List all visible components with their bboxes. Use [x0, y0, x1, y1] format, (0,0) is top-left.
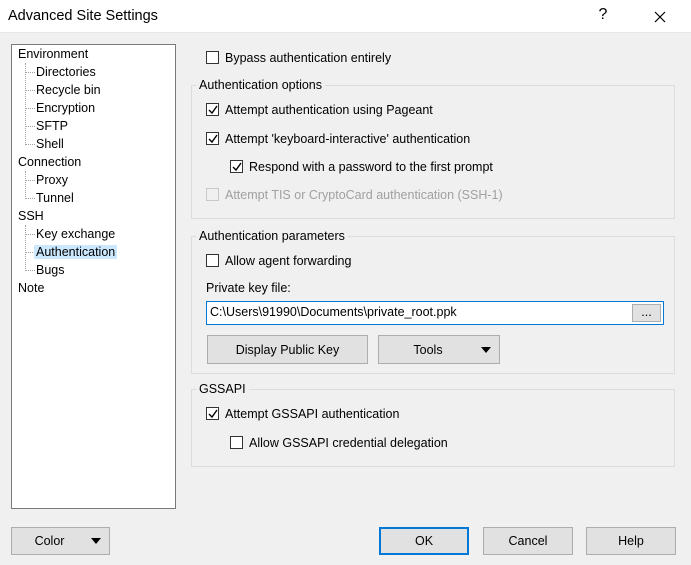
checkmark-icon — [208, 105, 218, 115]
checkbox-box[interactable] — [230, 436, 243, 449]
private-key-label: Private key file: — [206, 281, 291, 295]
checkbox-label: Bypass authentication entirely — [225, 51, 392, 65]
tree-item-label: Bugs — [36, 263, 65, 277]
close-button[interactable] — [648, 6, 672, 28]
tree-item-label: Recycle bin — [36, 83, 101, 97]
tree-item-proxy[interactable]: Proxy — [34, 172, 70, 189]
auth-params-title: Authentication parameters — [196, 229, 348, 243]
checkbox-box[interactable] — [206, 103, 219, 116]
tree-item-bugs[interactable]: Bugs — [34, 262, 67, 279]
tree-item-label: Encryption — [36, 101, 96, 115]
help-title-button[interactable]: ? — [596, 6, 610, 24]
chevron-down-icon — [481, 346, 491, 353]
tree-item-directories[interactable]: Directories — [34, 64, 98, 81]
gssapi-attempt-checkbox[interactable]: Attempt GSSAPI authentication — [206, 405, 506, 423]
button-label: Cancel — [508, 534, 548, 548]
tree-item-recycle-bin[interactable]: Recycle bin — [34, 82, 103, 99]
tree-item-label: Shell — [36, 137, 64, 151]
tis-cryptocard-checkbox: Attempt TIS or CryptoCard authentication… — [206, 186, 626, 204]
respond-password-checkbox[interactable]: Respond with a password to the first pro… — [230, 158, 650, 176]
tree-item-label: Note — [18, 281, 45, 295]
tree-item-shell[interactable]: Shell — [34, 136, 66, 153]
checkbox-label: Attempt TIS or CryptoCard authentication… — [225, 188, 503, 202]
tree-item-label: SFTP — [36, 119, 68, 133]
ok-button[interactable]: OK — [379, 527, 469, 555]
gssapi-group — [191, 389, 675, 467]
chevron-down-icon — [91, 538, 101, 544]
private-key-value[interactable]: C:\Users\91990\Documents\private_root.pp… — [210, 305, 457, 319]
checkbox-box[interactable] — [206, 132, 219, 145]
checkbox-box[interactable] — [206, 254, 219, 267]
tree-item-encryption[interactable]: Encryption — [34, 100, 97, 117]
checkbox-label: Allow GSSAPI credential delegation — [249, 436, 448, 450]
pageant-checkbox[interactable]: Attempt authentication using Pageant — [206, 101, 586, 119]
checkbox-box[interactable] — [206, 407, 219, 420]
tree-item-label: Directories — [36, 65, 96, 79]
keyboard-interactive-checkbox[interactable]: Attempt 'keyboard-interactive' authentic… — [206, 130, 626, 148]
button-label: Tools — [413, 342, 443, 357]
title-bar: Advanced Site Settings ? — [0, 0, 691, 33]
display-public-key-button[interactable]: Display Public Key — [207, 335, 368, 364]
button-label: OK — [414, 534, 434, 548]
checkbox-label: Attempt authentication using Pageant — [225, 103, 433, 117]
checkmark-icon — [232, 162, 242, 172]
tree-item-environment[interactable]: Environment — [16, 46, 90, 63]
tree-connector — [25, 63, 26, 145]
button-label: Color — [34, 534, 65, 548]
agent-forwarding-checkbox[interactable]: Allow agent forwarding — [206, 252, 506, 270]
button-label: Display Public Key — [235, 342, 340, 357]
bypass-auth-checkbox[interactable]: Bypass authentication entirely — [206, 49, 506, 67]
tree-item-label: Environment — [18, 47, 89, 61]
tree-item-ssh[interactable]: SSH — [16, 208, 46, 225]
tree-item-label: Proxy — [36, 173, 68, 187]
tree-item-sftp[interactable]: SFTP — [34, 118, 70, 135]
checkbox-label: Attempt 'keyboard-interactive' authentic… — [225, 132, 471, 146]
tree-item-label: Key exchange — [36, 227, 116, 241]
tree-connector — [25, 225, 26, 271]
tree-item-label: Tunnel — [36, 191, 74, 205]
tree-item-label: SSH — [18, 209, 44, 223]
tree-item-note[interactable]: Note — [16, 280, 46, 297]
checkbox-label: Attempt GSSAPI authentication — [225, 407, 400, 421]
tree-item-connection[interactable]: Connection — [16, 154, 83, 171]
settings-tree[interactable]: Environment Directories Recycle bin Encr… — [11, 44, 176, 509]
tree-item-label: Authentication — [34, 245, 118, 259]
tree-item-authentication[interactable]: Authentication — [34, 244, 118, 261]
gssapi-title: GSSAPI — [196, 382, 249, 396]
checkmark-icon — [208, 134, 218, 144]
color-button[interactable]: Color — [11, 527, 110, 555]
checkbox-label: Respond with a password to the first pro… — [249, 160, 493, 174]
auth-options-title: Authentication options — [196, 78, 326, 92]
tree-item-key-exchange[interactable]: Key exchange — [34, 226, 117, 243]
button-label: Help — [618, 534, 644, 548]
tree-item-label: Connection — [18, 155, 82, 169]
tree-item-tunnel[interactable]: Tunnel — [34, 190, 76, 207]
checkbox-box — [206, 188, 219, 201]
checkmark-icon — [208, 409, 218, 419]
window-title: Advanced Site Settings — [8, 8, 158, 24]
checkbox-box[interactable] — [206, 51, 219, 64]
gssapi-delegation-checkbox[interactable]: Allow GSSAPI credential delegation — [230, 434, 550, 452]
close-icon — [654, 11, 666, 23]
cancel-button[interactable]: Cancel — [483, 527, 573, 555]
help-button[interactable]: Help — [586, 527, 676, 555]
tree-connector — [25, 171, 26, 199]
checkbox-box[interactable] — [230, 160, 243, 173]
browse-button[interactable]: ... — [632, 304, 661, 322]
private-key-field[interactable]: C:\Users\91990\Documents\private_root.pp… — [206, 301, 664, 325]
checkbox-label: Allow agent forwarding — [225, 254, 352, 268]
tools-button[interactable]: Tools — [378, 335, 500, 364]
